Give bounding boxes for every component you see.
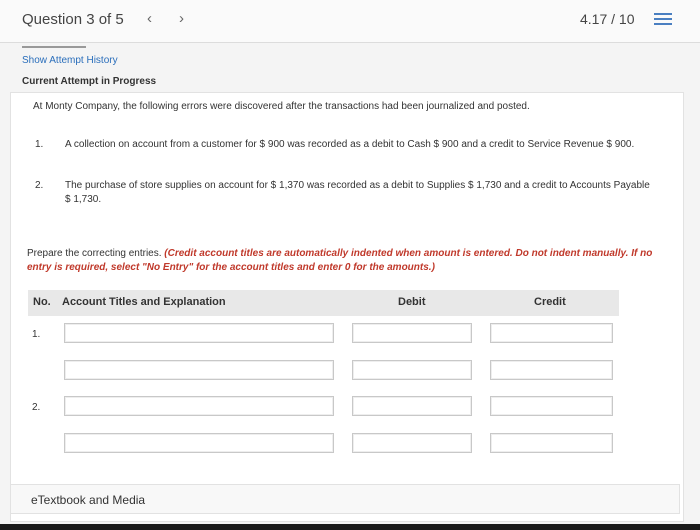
chevron-left-icon[interactable]: ‹ bbox=[147, 10, 152, 27]
item-number: 1. bbox=[35, 139, 44, 150]
top-bar: Question 3 of 5 ‹ › 4.17 / 10 bbox=[0, 0, 700, 43]
question-counter: Question 3 of 5 bbox=[22, 11, 124, 28]
debit-input[interactable] bbox=[352, 396, 472, 416]
account-title-input[interactable] bbox=[64, 360, 334, 380]
credit-input[interactable] bbox=[490, 396, 613, 416]
question-panel: At Monty Company, the following errors w… bbox=[10, 92, 684, 522]
debit-input[interactable] bbox=[352, 433, 472, 453]
credit-input[interactable] bbox=[490, 323, 613, 343]
header-no: No. bbox=[33, 296, 51, 308]
debit-input[interactable] bbox=[352, 323, 472, 343]
debit-input[interactable] bbox=[352, 360, 472, 380]
chevron-right-icon[interactable]: › bbox=[179, 10, 184, 27]
etextbook-section[interactable]: eTextbook and Media bbox=[10, 484, 680, 514]
header-debit: Debit bbox=[398, 296, 426, 308]
entry-number: 1. bbox=[32, 329, 41, 340]
journal-table-header: No. Account Titles and Explanation Debit… bbox=[28, 290, 619, 316]
problem-intro: At Monty Company, the following errors w… bbox=[33, 101, 530, 112]
header-credit: Credit bbox=[534, 296, 566, 308]
header-account: Account Titles and Explanation bbox=[62, 296, 226, 308]
divider bbox=[22, 46, 86, 48]
item-number: 2. bbox=[35, 180, 44, 191]
account-title-input[interactable] bbox=[64, 396, 334, 416]
account-title-input[interactable] bbox=[64, 323, 334, 343]
credit-input[interactable] bbox=[490, 433, 613, 453]
item-text: A collection on account from a customer … bbox=[65, 139, 635, 150]
etextbook-label: eTextbook and Media bbox=[31, 493, 146, 507]
instructions-text: Prepare the correcting entries. bbox=[27, 248, 165, 259]
list-icon[interactable] bbox=[654, 13, 672, 27]
attempt-status: Current Attempt in Progress bbox=[22, 76, 157, 87]
instructions: Prepare the correcting entries. (Credit … bbox=[27, 247, 667, 275]
bottom-bar bbox=[0, 524, 700, 530]
credit-input[interactable] bbox=[490, 360, 613, 380]
entry-number: 2. bbox=[32, 402, 41, 413]
item-text: The purchase of store supplies on accoun… bbox=[65, 180, 650, 205]
score-display: 4.17 / 10 bbox=[580, 11, 635, 27]
show-attempt-history-link[interactable]: Show Attempt History bbox=[22, 55, 118, 66]
account-title-input[interactable] bbox=[64, 433, 334, 453]
